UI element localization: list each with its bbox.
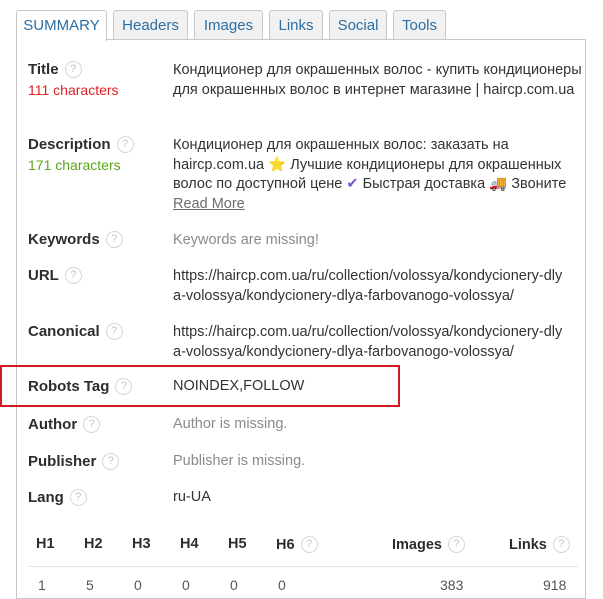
star-icon: ⭐ [268,156,287,173]
url-row: URL? [28,267,82,284]
canonical-label: Canonical [28,323,100,340]
author-value: Author is missing. [173,416,288,432]
h6-count: 0 [278,577,286,593]
author-label: Author [28,416,78,433]
help-icon[interactable]: ? [105,231,123,248]
author-row: Author? [28,416,101,433]
check-icon: ✔ [346,176,359,192]
tab-tools[interactable]: Tools [393,10,446,39]
table-divider [28,566,578,567]
help-icon[interactable]: ? [105,323,123,340]
truck-icon: 🚚 [489,176,508,192]
h4-count: 0 [182,577,190,593]
h4-header: H4 [180,536,199,552]
h2-header: H2 [84,536,103,552]
lang-label: Lang [28,489,64,506]
h3-count: 0 [134,577,142,593]
h3-header: H3 [132,536,151,552]
h5-count: 0 [230,577,238,593]
lang-value: ru-UA [173,489,211,505]
tab-social[interactable]: Social [329,10,387,39]
description-row: Description? 171 characters [28,136,134,173]
publisher-value: Publisher is missing. [173,453,306,469]
h2-count: 5 [86,577,94,593]
help-icon[interactable]: ? [300,536,318,553]
robots-row: Robots Tag? [28,378,133,395]
help-icon[interactable]: ? [69,489,87,506]
help-icon[interactable]: ? [115,378,133,395]
keywords-label: Keywords [28,231,100,248]
links-count: 918 [543,577,567,593]
images-header: Images? [392,536,465,553]
tab-headers[interactable]: Headers [113,10,188,39]
links-header: Links? [509,536,570,553]
h6-label: H6 [276,536,295,553]
title-char-count: 111 characters [28,82,119,98]
summary-panel [16,39,586,599]
help-icon[interactable]: ? [83,416,101,433]
h1-header: H1 [36,536,55,552]
title-value: Кондиционер для окрашенных волос - купит… [173,62,582,98]
url-value: https://haircp.com.ua/ru/collection/volo… [173,268,563,304]
robots-label: Robots Tag [28,378,110,395]
canonical-value: https://haircp.com.ua/ru/collection/volo… [173,324,563,360]
publisher-row: Publisher? [28,453,120,470]
description-value: Кондиционер для окрашенных волос: заказа… [173,136,583,214]
title-row: Title? 111 characters [28,61,119,98]
tab-links[interactable]: Links [269,10,323,39]
lang-row: Lang? [28,489,87,506]
description-text-4: Звоните [511,176,567,192]
help-icon[interactable]: ? [64,267,82,284]
title-label: Title [28,61,59,78]
help-icon[interactable]: ? [116,136,134,153]
help-icon[interactable]: ? [552,536,570,553]
keywords-value: Keywords are missing! [173,232,319,248]
description-text-3: Быстрая доставка [362,176,486,192]
canonical-row: Canonical? [28,323,123,340]
links-label: Links [509,536,547,553]
images-label: Images [392,536,442,553]
description-char-count: 171 characters [28,157,121,173]
publisher-label: Publisher [28,453,97,470]
description-label: Description [28,136,111,153]
h5-header: H5 [228,536,247,552]
url-label: URL [28,267,59,284]
images-count: 383 [440,577,464,593]
help-icon[interactable]: ? [102,453,120,470]
read-more-link[interactable]: Read More [173,196,245,212]
h6-header: H6? [276,536,318,553]
tab-images[interactable]: Images [194,10,263,39]
tab-summary[interactable]: SUMMARY [16,10,107,41]
h1-count: 1 [38,577,46,593]
robots-value: NOINDEX,FOLLOW [173,378,305,394]
help-icon[interactable]: ? [447,536,465,553]
help-icon[interactable]: ? [64,61,82,78]
keywords-row: Keywords? [28,231,123,248]
